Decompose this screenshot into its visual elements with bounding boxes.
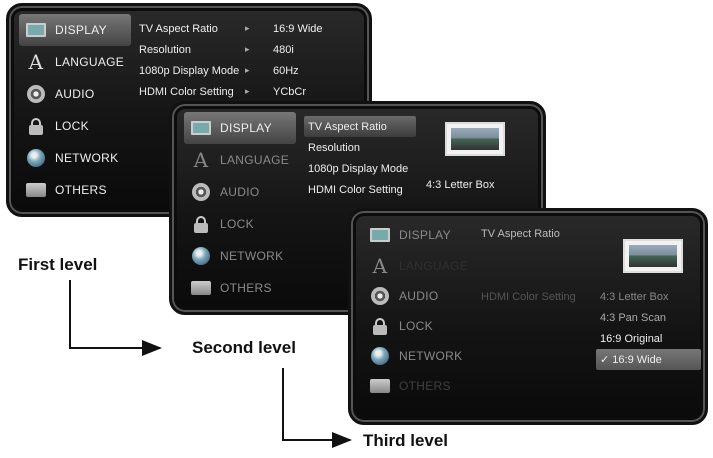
- second-level-label: Second level: [192, 338, 296, 357]
- third-level-label: Third level: [363, 431, 449, 450]
- arrow-second-to-third: [282, 368, 352, 448]
- level-connectors: [69, 280, 352, 448]
- first-level-label: First level: [18, 255, 98, 274]
- arrow-first-to-second: [69, 280, 162, 356]
